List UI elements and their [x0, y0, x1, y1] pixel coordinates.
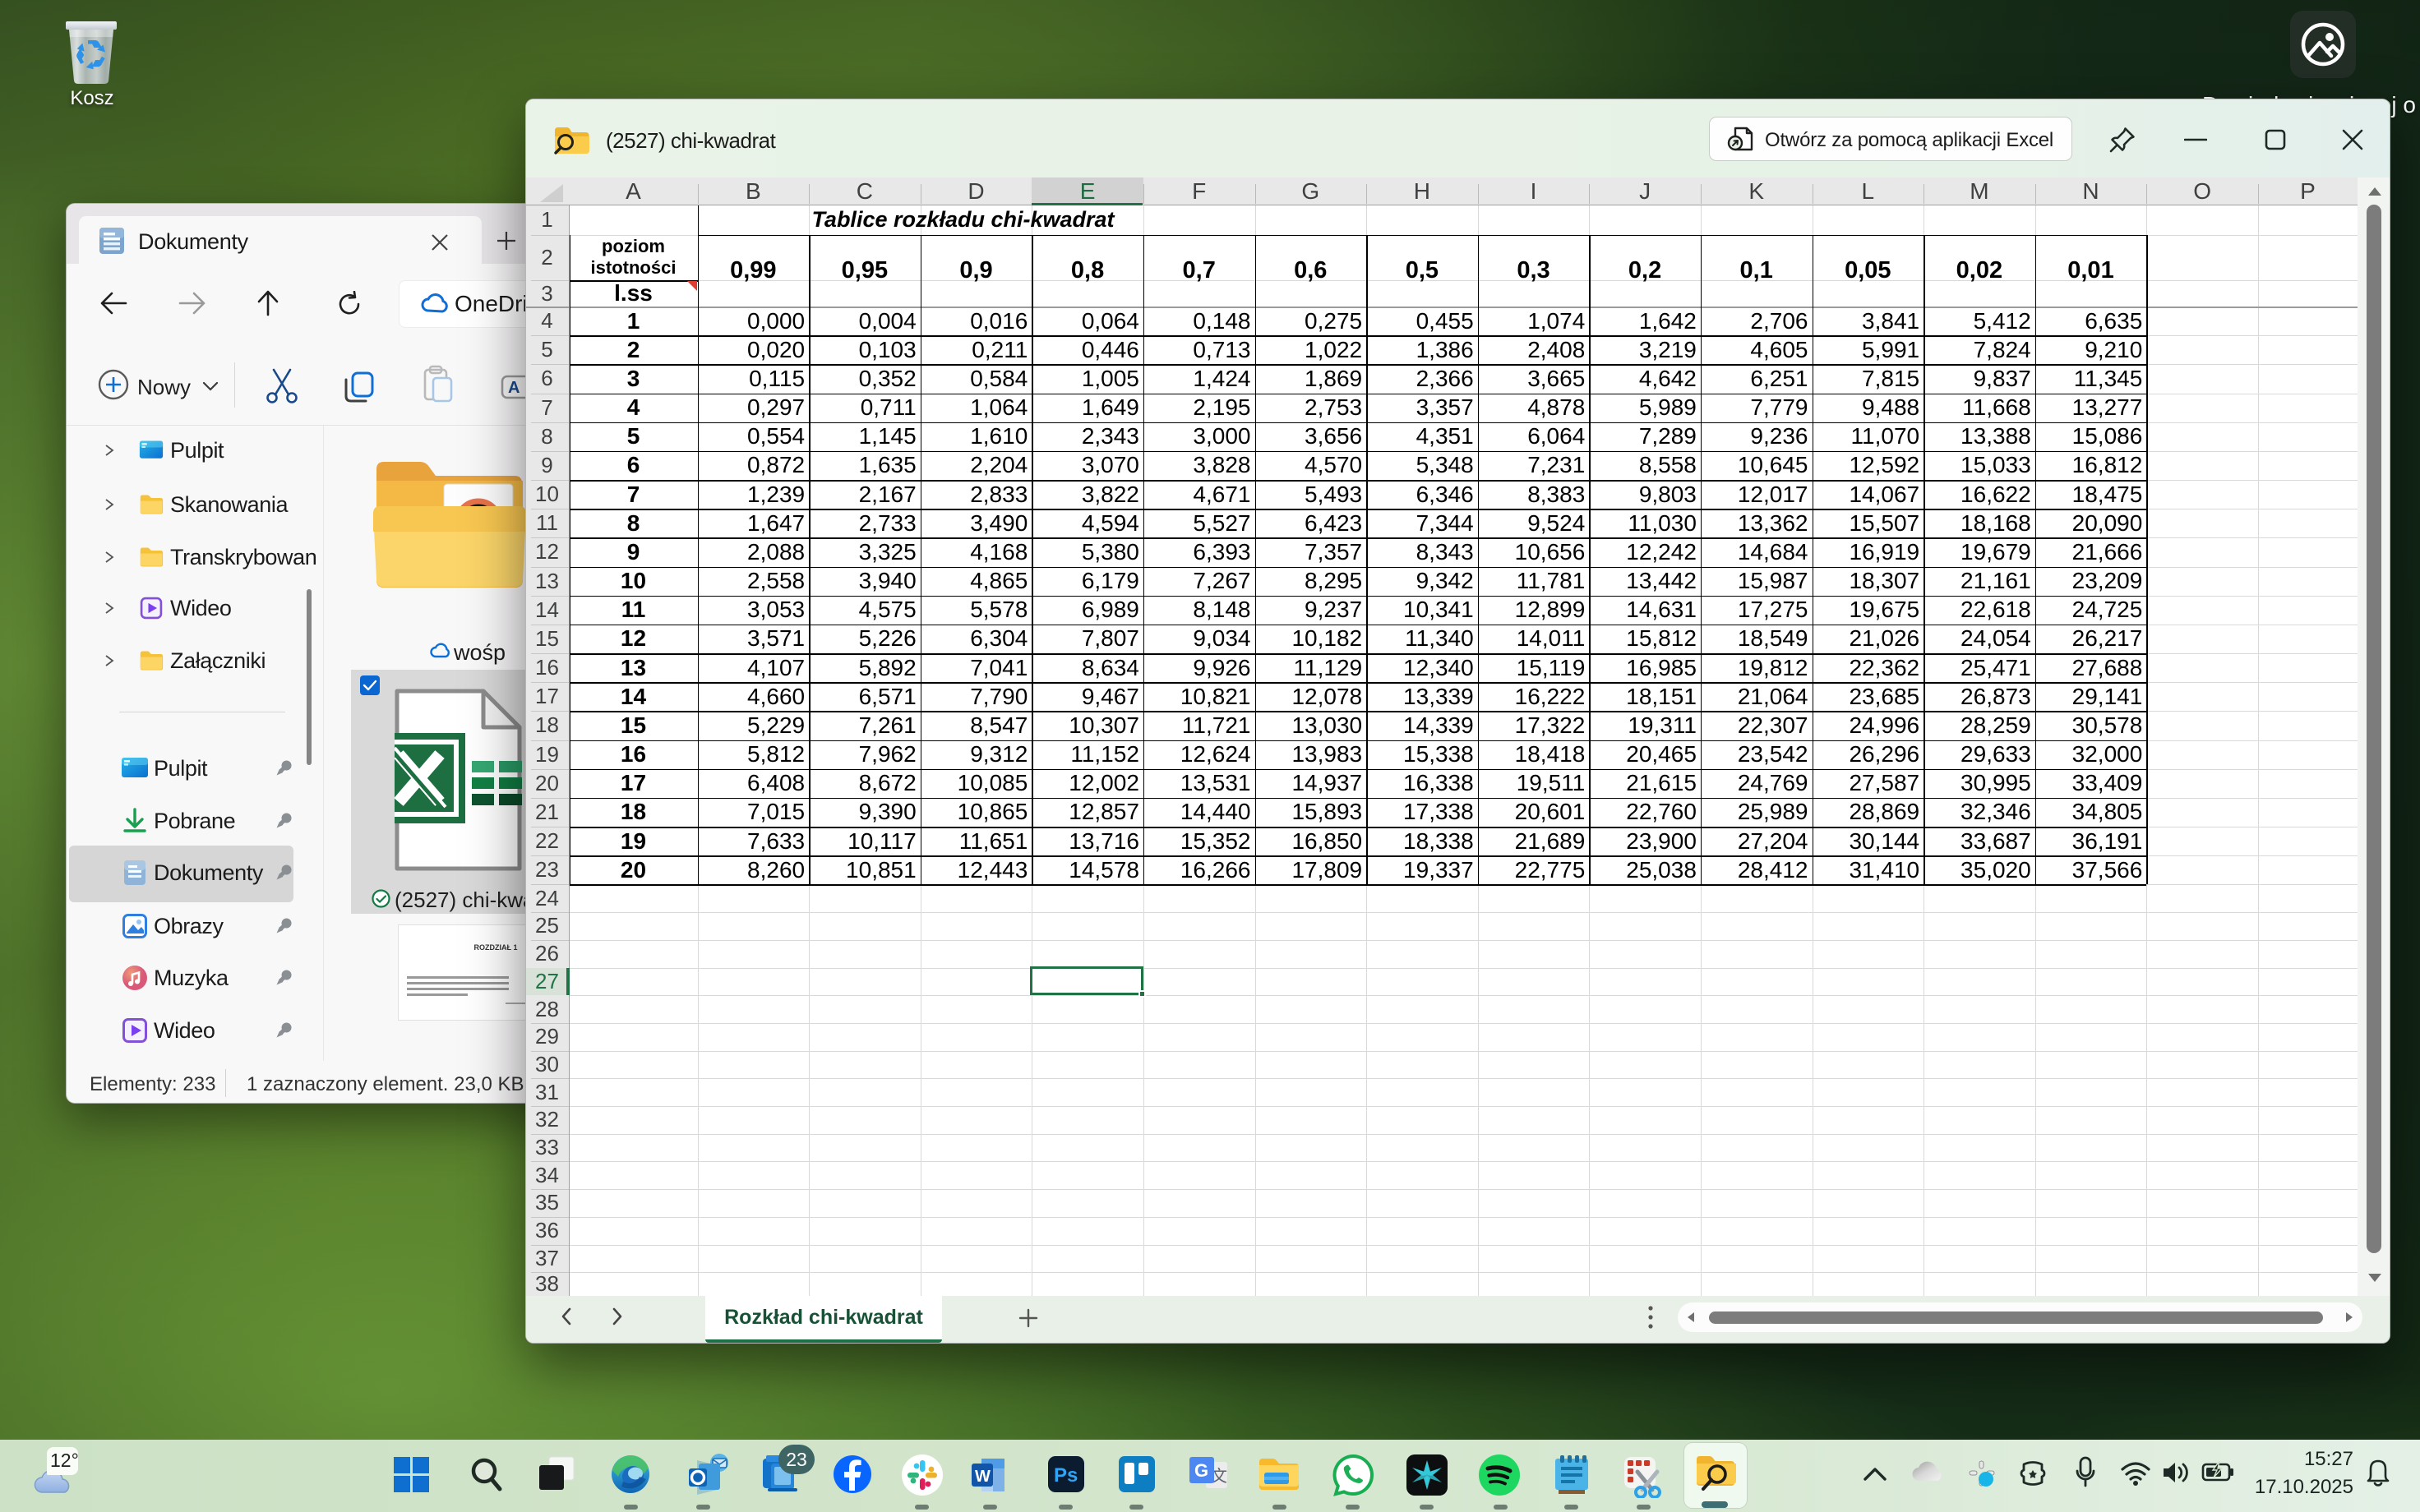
svg-text:A: A: [508, 379, 520, 397]
svg-text:G: G: [1194, 1460, 1208, 1481]
svg-text:Ps: Ps: [1054, 1464, 1078, 1487]
svg-text:W: W: [975, 1468, 991, 1486]
